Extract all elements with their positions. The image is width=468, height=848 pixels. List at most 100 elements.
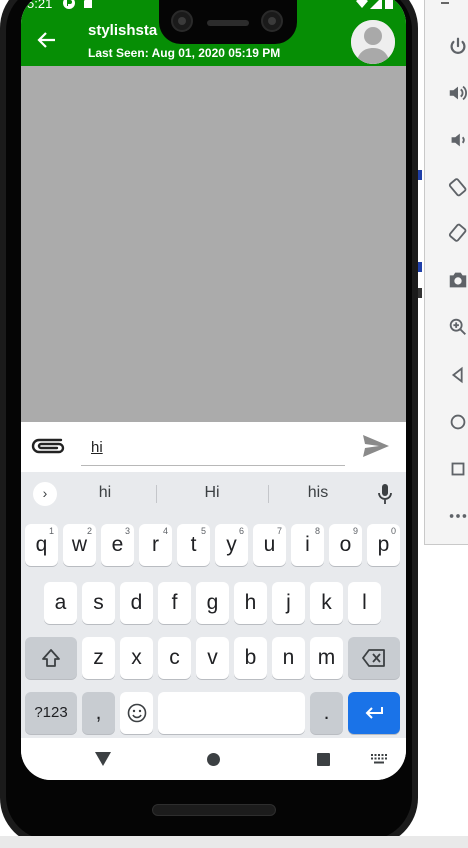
person-avatar-icon[interactable] <box>351 20 395 64</box>
phone-bezel: 5:21 stylishsta Last Seen: Aug 01, 2020 … <box>6 0 412 840</box>
phone-screen: 5:21 stylishsta Last Seen: Aug 01, 2020 … <box>21 0 406 780</box>
front-camera-left <box>171 10 193 32</box>
chevron-right-icon[interactable]: › <box>33 482 57 506</box>
nav-back-icon[interactable] <box>95 752 111 766</box>
bottom-speaker-grille <box>152 804 276 816</box>
key-o-label: o <box>339 533 352 556</box>
key-m[interactable]: m <box>310 637 343 679</box>
key-f[interactable]: f <box>158 582 191 624</box>
space-key[interactable] <box>158 692 305 734</box>
backspace-icon <box>362 649 385 667</box>
app-notification-icon <box>63 0 75 9</box>
nav-recents-icon[interactable] <box>317 753 330 766</box>
chat-app-bar: 5:21 stylishsta Last Seen: Aug 01, 2020 … <box>21 0 406 66</box>
key-k[interactable]: k <box>310 582 343 624</box>
key-u[interactable]: u7 <box>253 524 286 566</box>
message-composer: hi <box>21 422 406 472</box>
suggestion-3[interactable]: his <box>278 484 358 502</box>
key-t-label: t <box>190 533 197 556</box>
status-time: 5:21 <box>27 0 53 11</box>
volume-up-icon[interactable] <box>445 80 468 106</box>
key-b[interactable]: b <box>234 637 267 679</box>
key-q-label: q <box>35 533 48 556</box>
key-i-label: i <box>305 533 310 556</box>
key-n[interactable]: n <box>272 637 305 679</box>
key-i[interactable]: i8 <box>291 524 324 566</box>
key-e[interactable]: e3 <box>101 524 134 566</box>
key-w[interactable]: w2 <box>63 524 96 566</box>
key-o[interactable]: o9 <box>329 524 362 566</box>
back-triangle-icon[interactable] <box>445 362 468 388</box>
comma-key[interactable]: , <box>82 692 115 734</box>
backspace-key[interactable] <box>348 637 400 679</box>
key-v[interactable]: v <box>196 637 229 679</box>
keyboard-switch-icon[interactable] <box>371 754 387 764</box>
microphone-icon[interactable] <box>377 484 393 504</box>
more-options-icon[interactable] <box>445 503 468 529</box>
period-key[interactable]: . <box>310 692 343 734</box>
suggestion-1[interactable]: hi <box>65 484 145 502</box>
key-p-hint: 0 <box>390 526 396 536</box>
key-p[interactable]: p0 <box>367 524 400 566</box>
key-g[interactable]: g <box>196 582 229 624</box>
phone-frame: 5:21 stylishsta Last Seen: Aug 01, 2020 … <box>0 0 418 846</box>
suggestion-2[interactable]: Hi <box>172 484 252 502</box>
shift-key[interactable] <box>25 637 77 679</box>
key-w-label: w <box>71 533 88 556</box>
rotate-right-icon[interactable] <box>445 220 468 246</box>
key-x[interactable]: x <box>120 637 153 679</box>
key-y-hint: 6 <box>238 526 244 536</box>
key-s[interactable]: s <box>82 582 115 624</box>
key-e-hint: 3 <box>124 526 130 536</box>
key-r-hint: 4 <box>162 526 168 536</box>
earpiece-speaker <box>207 20 249 26</box>
message-input-value[interactable]: hi <box>91 439 103 456</box>
suggestion-divider <box>156 485 157 503</box>
key-t[interactable]: t5 <box>177 524 210 566</box>
cell-signal-icon <box>370 0 382 9</box>
key-w-hint: 2 <box>86 526 92 536</box>
paperclip-icon[interactable] <box>31 434 67 456</box>
shift-arrow-icon <box>42 649 60 667</box>
contact-name[interactable]: stylishsta <box>88 22 157 39</box>
key-q-hint: 1 <box>48 526 54 536</box>
key-y[interactable]: y6 <box>215 524 248 566</box>
power-icon[interactable] <box>445 34 468 60</box>
battery-icon <box>385 0 393 9</box>
key-r[interactable]: r4 <box>139 524 172 566</box>
key-r-label: r <box>152 533 159 556</box>
arrow-back-icon[interactable] <box>35 28 59 52</box>
send-icon[interactable] <box>361 433 391 459</box>
key-l[interactable]: l <box>348 582 381 624</box>
key-q[interactable]: q1 <box>25 524 58 566</box>
suggestion-strip: › hi Hi his <box>21 472 406 516</box>
key-o-hint: 9 <box>352 526 358 536</box>
key-p-label: p <box>377 533 390 556</box>
message-input[interactable] <box>81 432 345 466</box>
sd-card-icon <box>84 0 92 8</box>
key-u-label: u <box>263 533 276 556</box>
home-circle-icon[interactable] <box>445 409 468 435</box>
chat-messages-area[interactable] <box>21 66 406 422</box>
soft-keyboard: › hi Hi his q1 w2 e3 r4 t5 y6 u7 i 8 o 9… <box>21 472 406 738</box>
key-z[interactable]: z <box>82 637 115 679</box>
rotate-left-icon[interactable] <box>445 174 468 200</box>
enter-key[interactable] <box>348 692 400 734</box>
key-c[interactable]: c <box>158 637 191 679</box>
minimize-icon[interactable] <box>441 2 449 4</box>
volume-down-icon[interactable] <box>445 127 468 153</box>
key-a[interactable]: a <box>44 582 77 624</box>
symbols-key[interactable]: ?123 <box>25 692 77 734</box>
key-i-hint: 8 <box>314 526 320 536</box>
camera-icon[interactable] <box>445 267 468 293</box>
navigation-bar <box>21 738 406 780</box>
zoom-icon[interactable] <box>445 314 468 340</box>
emoji-key[interactable] <box>120 692 153 734</box>
last-seen-status: Last Seen: Aug 01, 2020 05:19 PM <box>88 46 281 60</box>
key-y-label: y <box>226 533 237 556</box>
key-d[interactable]: d <box>120 582 153 624</box>
nav-home-icon[interactable] <box>207 753 220 766</box>
key-h[interactable]: h <box>234 582 267 624</box>
overview-square-icon[interactable] <box>445 456 468 482</box>
key-j[interactable]: j <box>272 582 305 624</box>
